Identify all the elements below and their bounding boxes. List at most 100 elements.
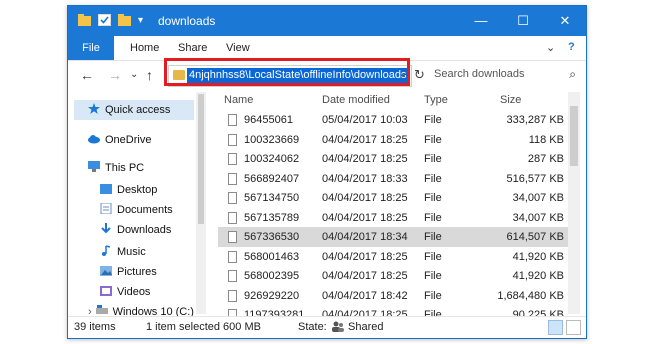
table-row[interactable]: 568001463 04/04/2017 18:25 File 41,920 KB [218, 247, 568, 267]
navigation-pane: Quick access OneDrive This PC Desktop Do… [68, 92, 208, 318]
state-value: Shared [348, 321, 384, 333]
table-row[interactable]: 567336530 04/04/2017 18:34 File 614,507 KB [218, 227, 568, 247]
shared-icon [332, 321, 344, 335]
forward-icon[interactable]: → [108, 67, 122, 83]
file-name: 567336530 [244, 231, 300, 243]
nav-item-label: Pictures [117, 266, 157, 278]
large-icons-view-icon[interactable] [566, 320, 581, 335]
back-icon[interactable]: ← [80, 67, 94, 83]
nav-item-this-pc[interactable]: This PC [88, 158, 144, 178]
nav-item-label: OneDrive [105, 134, 152, 146]
tab-file[interactable]: File [68, 36, 114, 60]
table-row[interactable]: 568002395 04/04/2017 18:25 File 41,920 KB [218, 266, 568, 286]
nav-item-desktop[interactable]: Desktop [100, 180, 157, 200]
file-name: 567134750 [244, 192, 300, 204]
file-icon [228, 153, 237, 165]
nav-item-music[interactable]: Music [100, 242, 146, 262]
computer-icon [88, 159, 100, 172]
date-modified: 04/04/2017 18:25 [322, 192, 408, 204]
nav-item-quick-access[interactable]: Quick access [74, 100, 194, 120]
maximize-button[interactable]: ☐ [502, 6, 544, 36]
table-row[interactable]: 926929220 04/04/2017 18:42 File 1,684,480 K… [218, 286, 568, 306]
expand-ribbon-icon[interactable]: ⌄ [546, 41, 555, 54]
nav-scrollbar-thumb[interactable] [198, 94, 204, 224]
file-icon [228, 172, 237, 185]
file-size: 333,287 KB [506, 114, 565, 126]
file-icon [228, 133, 237, 146]
table-row[interactable]: 96455061 05/04/2017 10:03 File 333,287 KB [218, 110, 568, 130]
recent-locations-icon[interactable]: ⌄ [130, 69, 138, 80]
table-row[interactable]: 100323669 04/04/2017 18:25 File 118 KB [218, 130, 568, 150]
file-type: File [424, 192, 442, 204]
properties-checkbox-icon[interactable] [98, 14, 111, 26]
selection-info: 1 item selected 600 MB [146, 321, 261, 333]
nav-item-onedrive[interactable]: OneDrive [88, 130, 151, 150]
date-modified: 04/04/2017 18:25 [322, 133, 408, 146]
file-type: File [424, 153, 442, 165]
up-icon[interactable]: ↑ [146, 67, 153, 83]
file-size: 34,007 KB [512, 211, 564, 224]
file-icon [228, 289, 237, 302]
table-row[interactable]: 567134750 04/04/2017 18:25 File 34,007 KB [218, 188, 568, 208]
nav-item-downloads[interactable]: Downloads [100, 220, 171, 240]
file-type: File [424, 114, 442, 126]
file-type: File [424, 133, 442, 146]
date-modified: 04/04/2017 18:25 [322, 270, 408, 282]
folder-icon [78, 14, 91, 26]
file-type: File [424, 231, 442, 243]
file-size: 41,920 KB [512, 250, 564, 263]
nav-item-documents[interactable]: Documents [100, 200, 173, 220]
nav-item-videos[interactable]: Videos [100, 282, 150, 302]
column-header-size[interactable]: Size [500, 92, 521, 108]
downloads-folder-icon [100, 221, 112, 234]
file-name: 100323669 [244, 133, 300, 146]
date-modified: 04/04/2017 18:25 [322, 153, 408, 165]
music-folder-icon [100, 243, 112, 256]
new-folder-icon[interactable] [118, 14, 131, 26]
tab-home[interactable]: Home [130, 36, 159, 60]
refresh-icon[interactable]: ↻ [414, 67, 425, 83]
documents-folder-icon [100, 201, 112, 215]
nav-item-label: Music [117, 246, 146, 258]
drive-icon [95, 303, 108, 314]
column-header-type[interactable]: Type [424, 92, 448, 108]
customize-toolbar-icon[interactable]: ▾ [138, 15, 151, 27]
nav-item-label: Downloads [117, 224, 172, 236]
close-button[interactable]: ✕ [544, 6, 586, 36]
date-modified: 04/04/2017 18:42 [322, 289, 408, 302]
details-view-icon[interactable] [548, 320, 563, 335]
minimize-button[interactable]: — [460, 6, 502, 36]
file-type: File [424, 270, 442, 282]
search-icon[interactable]: ⌕ [569, 67, 576, 82]
videos-folder-icon [100, 283, 112, 296]
file-size: 516,577 KB [506, 172, 565, 185]
table-row[interactable]: 100324062 04/04/2017 18:25 File 287 KB [218, 149, 568, 169]
nav-item-label: This PC [105, 162, 145, 174]
desktop-folder-icon [100, 181, 112, 194]
column-header-date-modified[interactable]: Date modified [322, 92, 390, 108]
file-name: 566892407 [244, 172, 300, 185]
file-size: 614,507 KB [506, 231, 565, 243]
search-input[interactable]: Search downloads ⌕ [430, 65, 580, 85]
file-icon [228, 270, 237, 282]
item-count: 39 items [74, 321, 116, 333]
star-icon [88, 101, 100, 114]
file-list-scrollbar-thumb[interactable] [570, 106, 578, 166]
title-bar: ▾ downloads — ☐ ✕ [68, 6, 586, 36]
table-row[interactable]: 567135789 04/04/2017 18:25 File 34,007 KB [218, 208, 568, 228]
column-header-name[interactable]: Name [224, 92, 253, 108]
help-icon[interactable]: ? [568, 41, 575, 53]
tab-view[interactable]: View [226, 36, 250, 60]
file-icon [228, 192, 237, 204]
nav-item-pictures[interactable]: Pictures [100, 262, 157, 282]
explorer-window: ▾ downloads — ☐ ✕ File Home Share View ⌄… [67, 5, 587, 339]
tab-share[interactable]: Share [178, 36, 207, 60]
date-modified: 04/04/2017 18:33 [322, 172, 408, 185]
nav-item-label: Quick access [105, 104, 171, 116]
file-name: 96455061 [244, 114, 293, 126]
table-row[interactable]: 566892407 04/04/2017 18:33 File 516,577 KB [218, 169, 568, 189]
file-name: 568002395 [244, 270, 300, 282]
file-size: 1,684,480 KB [497, 289, 564, 302]
file-icon [228, 211, 237, 224]
file-icon [228, 231, 237, 243]
